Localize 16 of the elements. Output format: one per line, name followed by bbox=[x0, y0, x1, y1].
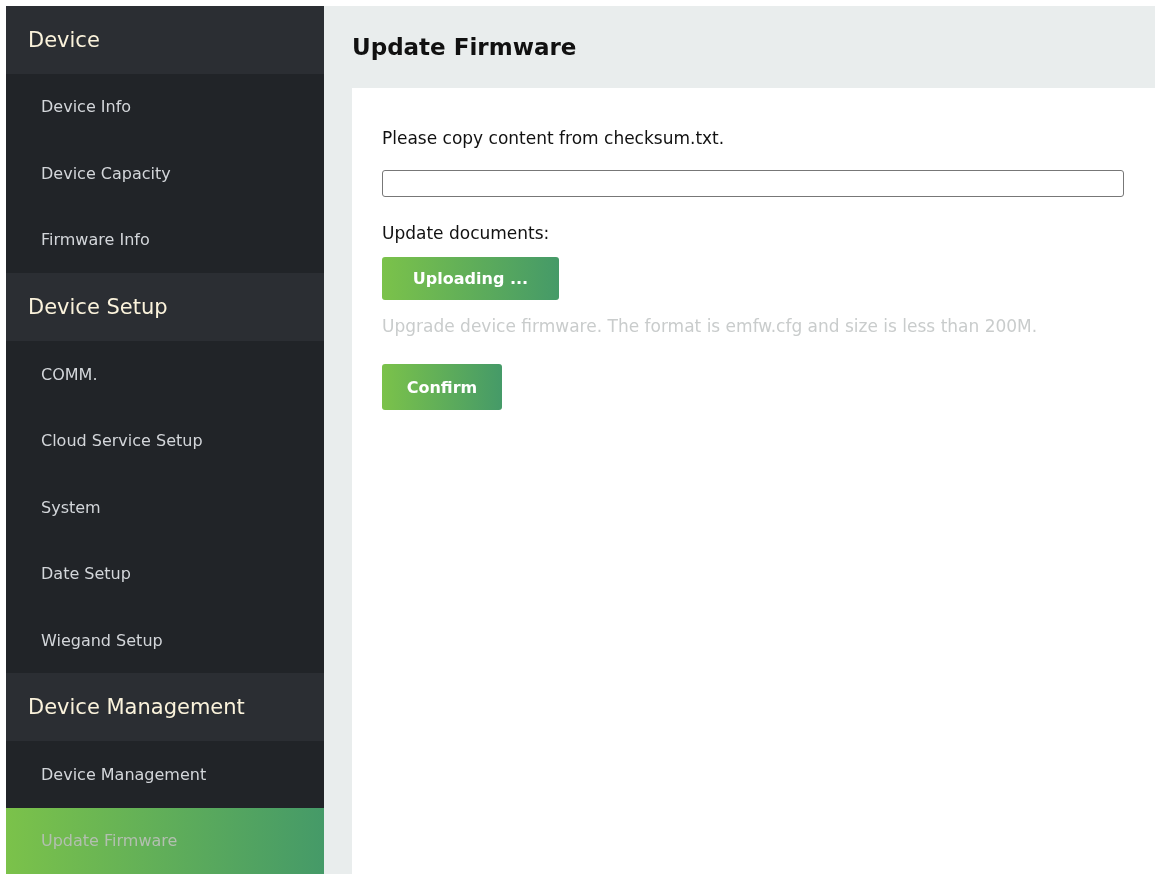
sidebar-section-title: Device Setup bbox=[6, 273, 324, 341]
checksum-label: Please copy content from checksum.txt. bbox=[382, 128, 725, 148]
sidebar-section-title: Device bbox=[6, 6, 324, 74]
sidebar-section-title: Device Management bbox=[6, 673, 324, 741]
sidebar-item[interactable]: Wiegand Setup bbox=[6, 606, 324, 674]
sidebar-item[interactable]: Device Capacity bbox=[6, 140, 324, 207]
documents-label: Update documents: bbox=[382, 223, 550, 243]
checksum-input-field[interactable] bbox=[382, 170, 1124, 197]
sidebar-item[interactable]: Device Info bbox=[6, 73, 324, 141]
sidebar-item[interactable]: Firmware Info bbox=[6, 206, 324, 274]
sidebar-item[interactable]: Date Setup bbox=[6, 540, 324, 607]
page-title: Update Firmware bbox=[352, 33, 578, 62]
sidebar-item[interactable]: Cloud Service Setup bbox=[6, 407, 324, 474]
sidebar-item[interactable]: Device Management bbox=[6, 741, 324, 808]
sidebar-item[interactable]: System bbox=[6, 473, 324, 541]
sidebar-item[interactable]: COMM. bbox=[6, 340, 324, 408]
